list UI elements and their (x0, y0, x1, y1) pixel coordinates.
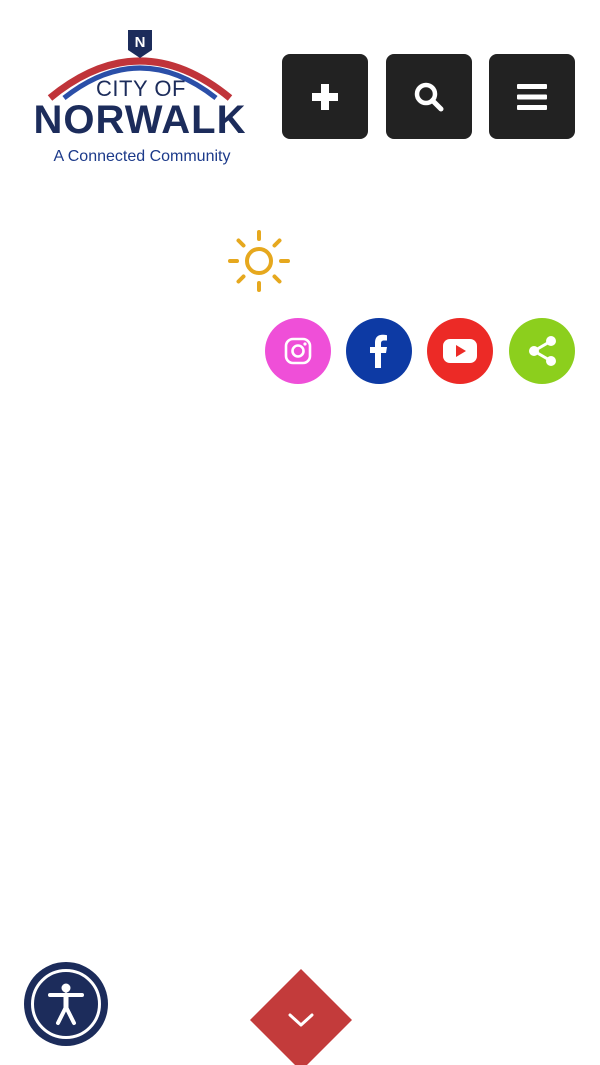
logo-tagline: A Connected Community (53, 148, 231, 165)
share-icon (529, 336, 556, 366)
add-button[interactable] (282, 54, 368, 139)
menu-button[interactable] (489, 54, 575, 139)
page: N CITY OF NORWALK A Connected Community (0, 0, 600, 1065)
accessibility-ring (31, 969, 101, 1039)
youtube-icon (443, 339, 477, 363)
share-button[interactable] (509, 318, 575, 384)
sun-icon (228, 230, 290, 292)
logo-norwalk: NORWALK (33, 98, 247, 142)
accessibility-button[interactable] (24, 962, 108, 1046)
logo-badge-letter: N (134, 34, 146, 51)
search-button[interactable] (386, 54, 472, 139)
weather-widget[interactable] (226, 228, 292, 294)
hamburger-menu-icon (517, 83, 547, 110)
youtube-button[interactable] (427, 318, 493, 384)
facebook-button[interactable] (346, 318, 412, 384)
accessibility-icon (48, 983, 84, 1025)
city-logo[interactable]: N CITY OF NORWALK A Connected Community (24, 28, 260, 172)
search-icon (414, 82, 444, 111)
plus-icon (312, 83, 338, 110)
scroll-diamond (250, 969, 352, 1065)
instagram-icon (284, 337, 312, 365)
facebook-icon (370, 334, 387, 368)
instagram-button[interactable] (265, 318, 331, 384)
scroll-down-button[interactable] (250, 969, 352, 1065)
